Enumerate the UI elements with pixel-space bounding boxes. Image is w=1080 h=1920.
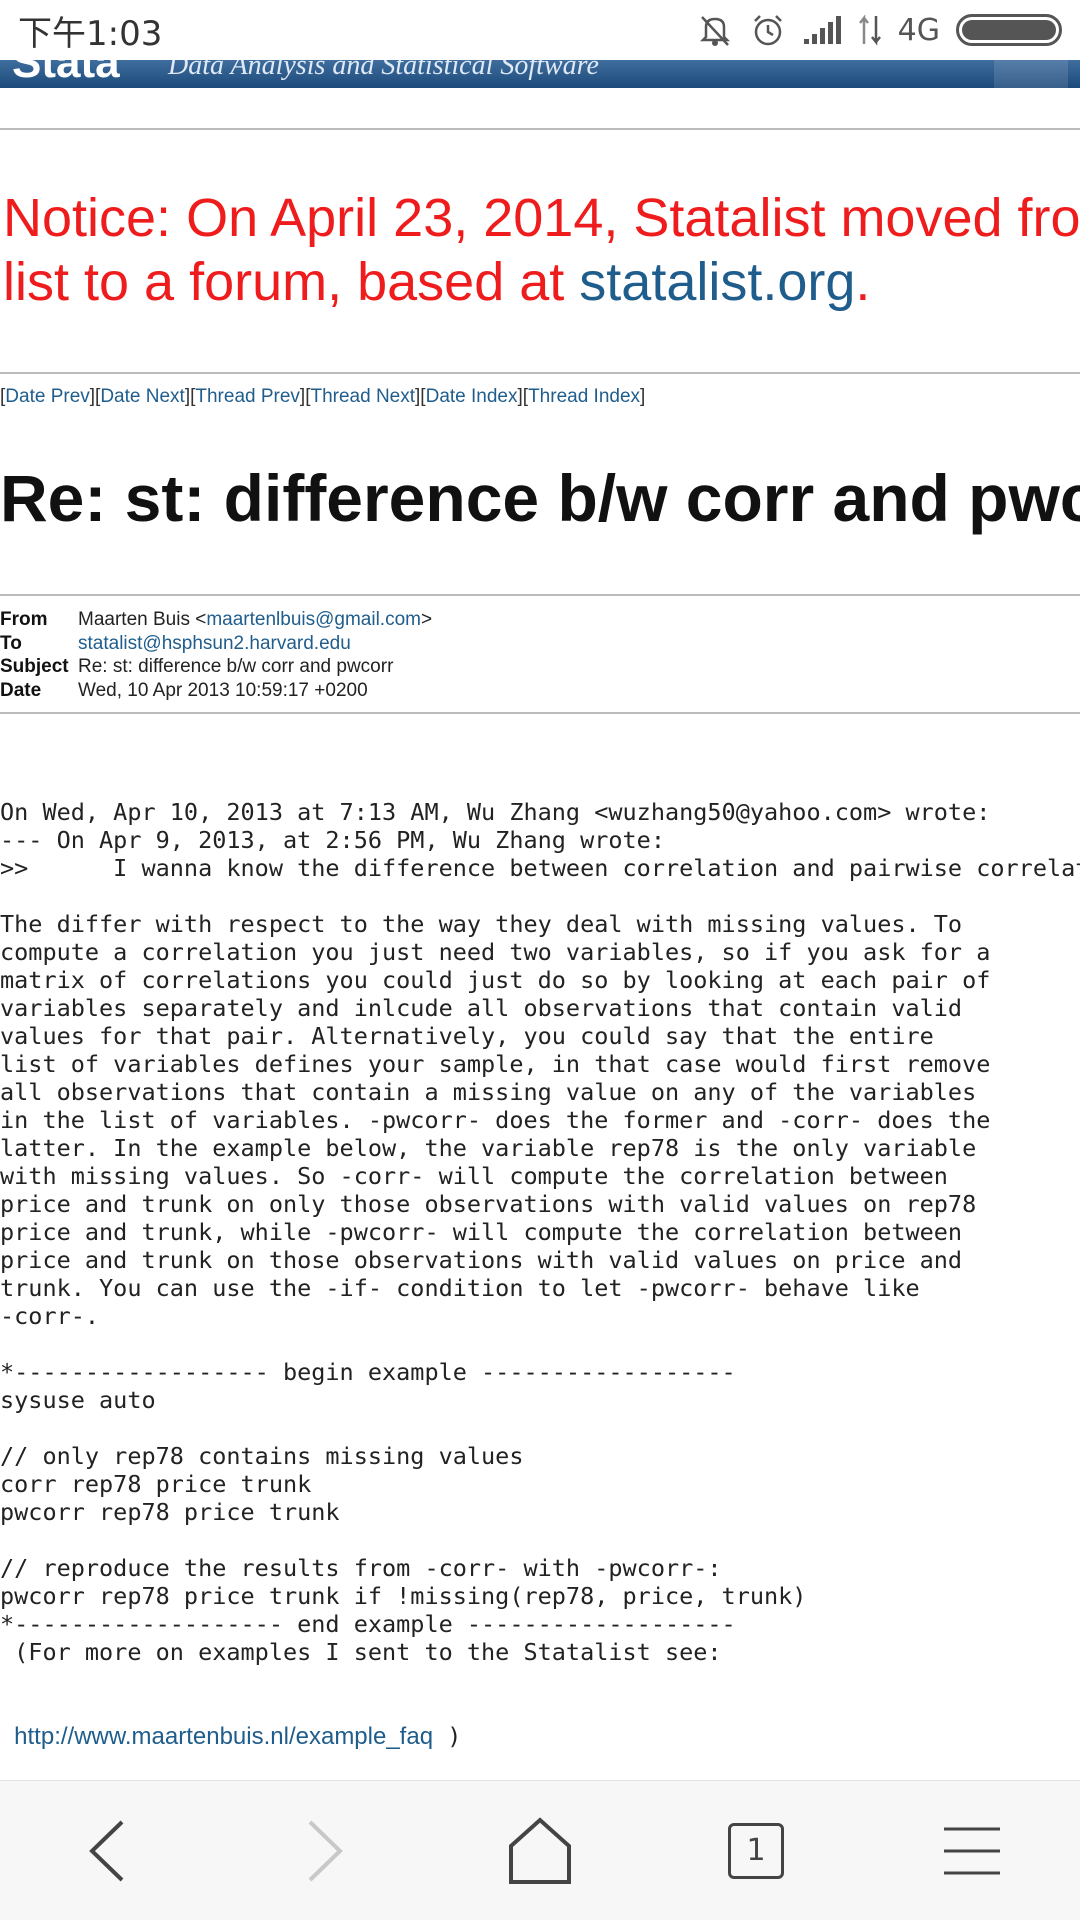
body-line: *------------------ begin example ------… [0, 1358, 736, 1386]
message-title: Re: st: difference b/w corr and pwcorr [0, 461, 1080, 535]
body-line: compute a correlation you just need two … [0, 938, 991, 966]
thread-prev-link[interactable]: Thread Prev [195, 386, 300, 407]
faq-link-line: http://www.maartenbuis.nl/example_faq ) [0, 1722, 1080, 1750]
signal-icon [803, 16, 841, 44]
back-arrow-icon [89, 1820, 124, 1881]
date-prev-link[interactable]: Date Prev [5, 386, 89, 407]
to-email-link[interactable]: statalist@hsphsun2.harvard.edu [78, 633, 351, 654]
to-label: To [0, 632, 22, 654]
notice-line-2: list to a forum, based at [3, 252, 580, 312]
body-line: list of variables defines your sample, i… [0, 1050, 991, 1078]
banner-tagline: Data Analysis and Statistical Software [168, 60, 599, 81]
date-label: Date [0, 679, 42, 701]
notice-line-1: Notice: On April 23, 2014, Statalist mov… [3, 188, 1080, 248]
body-line: corr rep78 price trunk [0, 1470, 312, 1498]
forward-button[interactable] [264, 1791, 384, 1911]
tabs-button[interactable]: 1 [696, 1791, 816, 1911]
from-name: Maarten Buis < [78, 609, 207, 630]
date-index-link[interactable]: Date Index [426, 386, 518, 407]
body-line: -corr-. [0, 1302, 100, 1330]
date-next-link[interactable]: Date Next [100, 386, 184, 407]
from-label: From [0, 609, 48, 630]
to-row: To statalist@hsphsun2.harvard.edu [0, 632, 432, 656]
body-line: // only rep78 contains missing values [0, 1442, 524, 1470]
body-line [0, 882, 1080, 910]
date-value: Wed, 10 Apr 2013 10:59:17 +0200 [78, 679, 368, 701]
message-navigation: [Date Prev][Date Next][Thread Prev][Thre… [0, 386, 646, 407]
divider [0, 372, 1080, 374]
body-line: *------------------- end example -------… [0, 1610, 736, 1638]
menu-icon [944, 1827, 1000, 1874]
data-arrows-icon [858, 14, 881, 46]
alarm-icon [753, 15, 782, 46]
body-line: latter. In the example below, the variab… [0, 1134, 977, 1162]
body-line [0, 1330, 1080, 1358]
body-line: price and trunk on only those observatio… [0, 1190, 977, 1218]
notice-period: . [855, 252, 871, 312]
from-row: From Maarten Buis <maartenlbuis@gmail.co… [0, 608, 432, 632]
thread-index-link[interactable]: Thread Index [528, 386, 640, 407]
subject-label: Subject [0, 656, 69, 677]
battery-level [962, 20, 1056, 40]
body-line: all observations that contain a missing … [0, 1078, 977, 1106]
browser-toolbar: 1 [0, 1780, 1080, 1920]
status-icons: 4G [680, 11, 1062, 49]
body-line: trunk. You can use the -if- condition to… [0, 1274, 920, 1302]
divider [0, 712, 1080, 714]
body-line: pwcorr rep78 price trunk if !missing(rep… [0, 1582, 807, 1610]
body-line: matrix of correlations you could just do… [0, 966, 991, 994]
body-line: // reproduce the results from -corr- wit… [0, 1554, 722, 1582]
body-line: pwcorr rep78 price trunk [0, 1498, 340, 1526]
home-button[interactable] [480, 1791, 600, 1911]
message-headers: From Maarten Buis <maartenlbuis@gmail.co… [0, 608, 432, 702]
status-bar: 下午1:03 4G [0, 0, 1080, 60]
banner-search-box[interactable] [994, 60, 1068, 88]
body-line: >> I wanna know the difference between c… [0, 854, 1080, 882]
status-time: 下午1:03 [18, 13, 163, 54]
home-icon [509, 1816, 571, 1884]
body-line: (For more on examples I sent to the Stat… [0, 1638, 722, 1666]
body-line: values for that pair. Alternatively, you… [0, 1022, 934, 1050]
thread-next-link[interactable]: Thread Next [310, 386, 415, 407]
body-lines: On Wed, Apr 10, 2013 at 7:13 AM, Wu Zhan… [0, 798, 1080, 1666]
body-line [0, 1414, 1080, 1442]
body-line: in the list of variables. -pwcorr- does … [0, 1106, 991, 1134]
body-line: price and trunk, while -pwcorr- will com… [0, 1218, 963, 1246]
mute-icon [699, 16, 730, 46]
body-line [0, 1526, 1080, 1554]
body-line: --- On Apr 9, 2013, at 2:56 PM, Wu Zhang… [0, 826, 665, 854]
body-line: price and trunk on those observations wi… [0, 1246, 963, 1274]
divider [0, 594, 1080, 596]
stata-logo: Stata [12, 60, 120, 87]
date-row: Date Wed, 10 Apr 2013 10:59:17 +0200 [0, 679, 432, 703]
menu-button[interactable] [912, 1791, 1032, 1911]
web-page: Stata Data Analysis and Statistical Soft… [0, 0, 1080, 1780]
from-close: > [420, 609, 433, 630]
statalist-notice: Notice: On April 23, 2014, Statalist mov… [3, 186, 1080, 314]
site-banner[interactable]: Stata Data Analysis and Statistical Soft… [0, 60, 1080, 88]
example-faq-link[interactable]: http://www.maartenbuis.nl/example_faq [14, 1723, 433, 1750]
body-line: On Wed, Apr 10, 2013 at 7:13 AM, Wu Zhan… [0, 798, 991, 826]
back-button[interactable] [48, 1791, 168, 1911]
body-line: The differ with respect to the way they … [0, 910, 963, 938]
forward-arrow-icon [308, 1820, 343, 1881]
from-value: Maarten Buis <maartenlbuis@gmail.com> [78, 608, 432, 632]
body-line: sysuse auto [0, 1386, 156, 1414]
subject-row: Subject Re: st: difference b/w corr and … [0, 655, 432, 679]
statalist-org-link[interactable]: statalist.org [579, 252, 855, 312]
body-line: with missing values. So -corr- will comp… [0, 1162, 948, 1190]
message-body: On Wed, Apr 10, 2013 at 7:13 AM, Wu Zhan… [0, 742, 1080, 1780]
tab-count: 1 [728, 1822, 784, 1879]
subject-value: Re: st: difference b/w corr and pwcorr [78, 656, 394, 677]
faq-close: ) [433, 1722, 462, 1750]
battery-icon [956, 14, 1062, 46]
network-type: 4G [897, 12, 940, 48]
from-email-link[interactable]: maartenlbuis@gmail.com [206, 609, 421, 630]
body-line: variables separately and inlcude all obs… [0, 994, 963, 1022]
divider [0, 128, 1080, 130]
